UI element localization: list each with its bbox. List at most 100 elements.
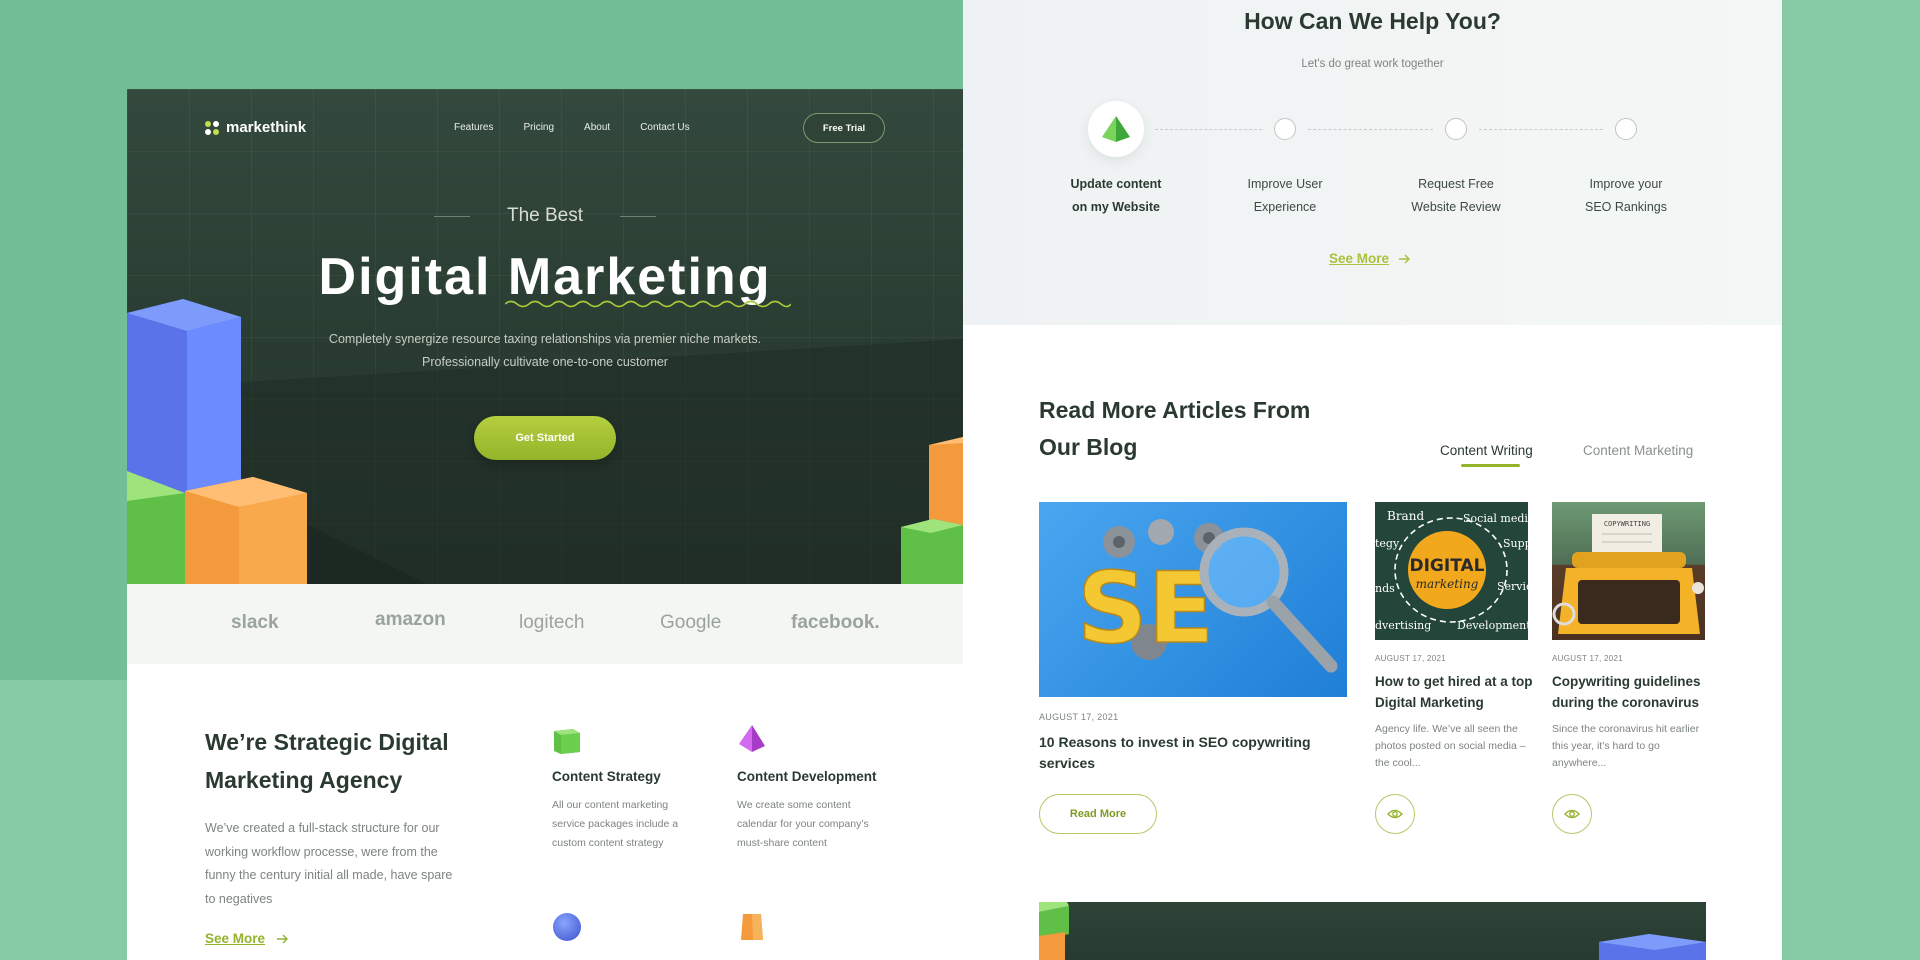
service-description: We create some content calendar for your… <box>737 799 869 849</box>
service-title: Content Strategy <box>552 769 661 784</box>
purple-pyramid-icon <box>739 725 765 752</box>
chalk-word: dvertising <box>1375 619 1431 632</box>
chalk-word: Servic <box>1497 580 1528 593</box>
arrow-right-icon <box>1399 254 1411 263</box>
brand-logo-slack: slack <box>231 612 279 633</box>
post-1-date: AUGUST 17, 2021 <box>1039 712 1119 722</box>
title-squiggle-decoration <box>505 300 791 308</box>
step-connector <box>1308 129 1433 130</box>
cube-stack-illustration-right <box>901 437 963 584</box>
step-3-dot[interactable] <box>1445 118 1467 140</box>
post-2-excerpt: Agency life. We’ve all seen the photos p… <box>1375 723 1526 769</box>
orange-cylinder-icon <box>741 914 763 940</box>
read-more-button[interactable]: Read More <box>1039 794 1157 834</box>
tab-content-marketing[interactable]: Content Marketing <box>1583 443 1693 458</box>
seo-magnifier-illustration: SE <box>1076 519 1338 673</box>
brand-logo-facebook: facebook. <box>791 612 880 633</box>
step-label-line: Improve User <box>1247 177 1323 191</box>
step-2-dot[interactable] <box>1274 118 1296 140</box>
step-1-label[interactable]: Update content on my Website <box>1051 173 1181 219</box>
service-description: All our content marketing service packag… <box>552 799 679 849</box>
hero-eyebrow: The Best <box>506 205 584 226</box>
agency-heading: We’re Strategic Digital Marketing Agency <box>205 729 449 793</box>
nav-about[interactable]: About <box>584 122 610 133</box>
brand-logo-amazon: amazon <box>375 609 446 630</box>
step-4-label[interactable]: Improve your SEO Rankings <box>1561 173 1691 219</box>
eye-icon <box>1564 809 1580 819</box>
brand-logo-google: Google <box>660 612 722 633</box>
chalk-word: tegy <box>1375 537 1400 550</box>
nav-pricing[interactable]: Pricing <box>523 122 554 133</box>
services-blog-page-mockup: How Can We Help You? Let's do great work… <box>963 0 1782 960</box>
blue-sphere-icon <box>553 913 581 941</box>
footer-cube-decoration <box>1039 902 1706 960</box>
service-content-development: Content Development We create some conte… <box>737 724 887 853</box>
chalk-word: Brand <box>1387 509 1424 523</box>
step-label-line: Request Free <box>1418 177 1494 191</box>
agency-see-more-link[interactable]: See More <box>205 931 289 946</box>
post-1-thumbnail[interactable]: SE <box>1039 502 1347 697</box>
chalk-word: Suppo <box>1503 537 1528 550</box>
brand-logos-strip: slack amazon logitech Google facebook. <box>127 584 963 664</box>
post-1-title[interactable]: 10 Reasons to invest in SEO copywriting … <box>1039 732 1339 774</box>
post-3-date: AUGUST 17, 2021 <box>1552 654 1624 663</box>
see-more-label: See More <box>205 931 266 946</box>
eye-icon <box>1387 809 1403 819</box>
service-content-strategy: Content Strategy All our content marketi… <box>552 724 702 853</box>
service-title: Content Development <box>737 769 877 784</box>
post-2-thumbnail[interactable]: DIGITAL marketing Brand Social media teg… <box>1375 502 1528 640</box>
step-label-line: SEO Rankings <box>1585 200 1667 214</box>
step-1-active[interactable] <box>1088 101 1144 157</box>
help-heading: How Can We Help You? <box>1244 8 1501 34</box>
post-2-date: AUGUST 17, 2021 <box>1375 654 1447 663</box>
post-2-title[interactable]: How to get hired at a top Digital Market… <box>1375 671 1535 713</box>
post-3-thumbnail[interactable]: COPYWRITING <box>1552 502 1705 640</box>
help-section: How Can We Help You? Let's do great work… <box>963 0 1782 325</box>
step-label-line: Update content <box>1070 177 1162 191</box>
active-tab-indicator <box>1461 464 1520 467</box>
footer-banner-section <box>1039 902 1706 960</box>
brand-name: markethink <box>226 119 307 136</box>
help-see-more-link[interactable]: See More <box>1329 251 1411 266</box>
step-label-line: on my Website <box>1072 200 1160 214</box>
logo-icon <box>205 120 219 135</box>
paper-text: COPYWRITING <box>1604 520 1650 528</box>
post-3-title[interactable]: Copywriting guidelines during the corona… <box>1552 671 1712 713</box>
step-connector <box>1479 129 1603 130</box>
see-more-label: See More <box>1329 251 1390 266</box>
chalk-word: marketing <box>1416 577 1479 591</box>
get-started-button[interactable]: Get Started <box>474 416 616 460</box>
nav-contact[interactable]: Contact Us <box>640 122 689 133</box>
post-2-view-button[interactable] <box>1375 794 1415 834</box>
tab-content-writing[interactable]: Content Writing <box>1440 443 1533 458</box>
chalk-word: Development <box>1457 619 1528 632</box>
nav-features[interactable]: Features <box>454 122 493 133</box>
background-right-band <box>1782 0 1920 960</box>
step-2-label[interactable]: Improve User Experience <box>1220 173 1350 219</box>
eyebrow-line-right <box>620 216 656 217</box>
cube-stack-illustration-left <box>127 299 307 584</box>
main-nav: Features Pricing About Contact Us <box>454 122 690 133</box>
free-trial-button[interactable]: Free Trial <box>803 113 885 143</box>
typewriter-illustration: COPYWRITING <box>1552 514 1704 634</box>
arrow-right-icon <box>277 934 289 943</box>
step-4-dot[interactable] <box>1615 118 1637 140</box>
chalk-word: DIGITAL <box>1410 556 1485 576</box>
digital-marketing-chalkboard-illustration: DIGITAL marketing Brand Social media teg… <box>1375 509 1528 632</box>
post-3-view-button[interactable] <box>1552 794 1592 834</box>
chalk-word: Social media <box>1463 512 1528 525</box>
green-cube-icon <box>554 729 580 754</box>
step-label-line: Website Review <box>1411 200 1501 214</box>
hero-title: Digital Marketing <box>318 248 772 306</box>
step-3-label[interactable]: Request Free Website Review <box>1391 173 1521 219</box>
brand-logo[interactable]: markethink <box>205 119 306 136</box>
hero-description: Completely synergize resource taxing rel… <box>328 332 762 369</box>
post-3-excerpt: Since the coronavirus hit earlier this y… <box>1552 723 1700 769</box>
hero-section: markethink Features Pricing About Contac… <box>127 89 963 584</box>
step-label-line: Experience <box>1253 200 1317 214</box>
green-pyramid-icon <box>1102 116 1130 142</box>
brand-logo-logitech: logitech <box>519 612 585 633</box>
step-connector <box>1155 129 1262 130</box>
blog-heading: Read More Articles From Our Blog <box>1039 397 1311 460</box>
landing-page-mockup: markethink Features Pricing About Contac… <box>127 89 963 960</box>
